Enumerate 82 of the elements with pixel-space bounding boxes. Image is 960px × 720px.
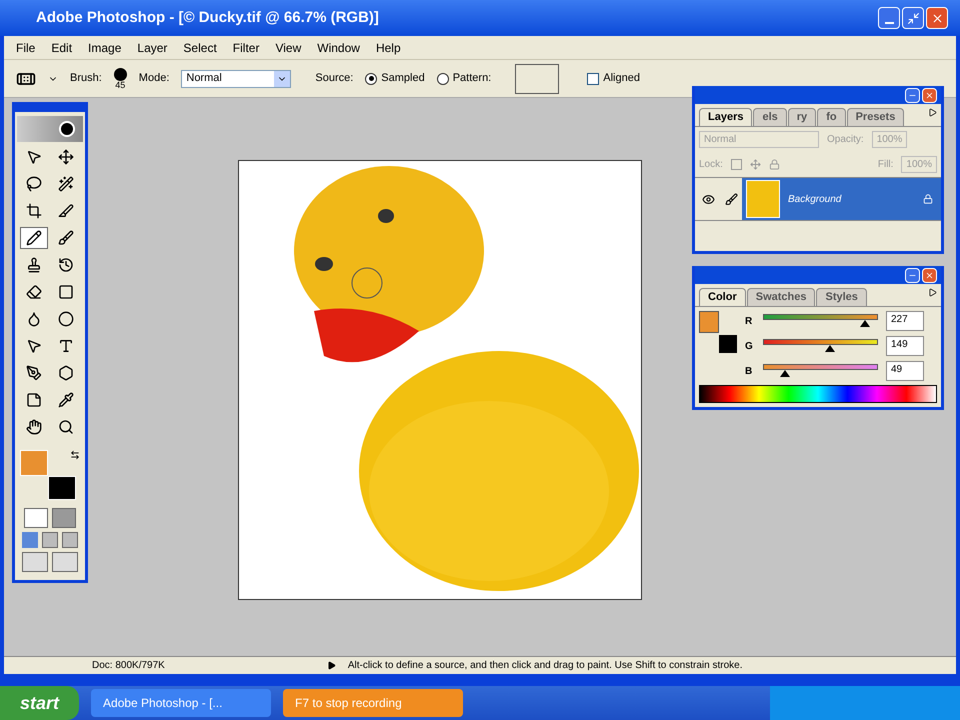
menu-item[interactable]: Layer	[137, 38, 168, 56]
mode-label: Mode:	[138, 71, 170, 86]
checkbox-label: Aligned	[603, 71, 640, 86]
restore-icon	[906, 12, 920, 24]
brush-icon	[725, 192, 738, 206]
panel-tab[interactable]: Layers	[699, 108, 752, 126]
channel-label: B	[745, 364, 754, 378]
panel-menu-icon[interactable]	[928, 288, 937, 297]
radio-button[interactable]	[436, 72, 449, 84]
source-label: Source:	[315, 71, 354, 86]
visibility-icon[interactable]	[702, 192, 714, 206]
channel-label: G	[745, 340, 754, 354]
channel-slider[interactable]	[763, 339, 878, 353]
layer-thumbnail	[746, 180, 780, 218]
minimize-button[interactable]	[878, 7, 900, 29]
lock-label: Lock:	[699, 158, 723, 172]
screen-mode-icon[interactable]	[62, 532, 78, 548]
channel-value-field[interactable]: 49	[886, 361, 924, 381]
screen-mode-icon[interactable]	[42, 532, 58, 548]
channel-value-field[interactable]: 227	[886, 311, 924, 331]
close-icon	[925, 90, 934, 100]
minimize-icon	[884, 22, 894, 24]
slider-thumb[interactable]	[780, 370, 790, 377]
slider-thumb[interactable]	[860, 320, 870, 327]
radio-label: Pattern:	[452, 71, 492, 86]
panel-tab[interactable]: Swatches	[746, 288, 816, 306]
panel-tab[interactable]: Styles	[816, 288, 867, 306]
panel-tab[interactable]: els	[753, 108, 787, 126]
menu-item[interactable]: View	[275, 38, 302, 56]
pencil-icon[interactable]	[20, 227, 48, 249]
layer-row[interactable]: Background	[742, 178, 941, 220]
lock-icon	[923, 194, 933, 204]
opacity-label: Opacity:	[827, 133, 864, 147]
close-icon	[925, 270, 934, 280]
checkbox[interactable]	[587, 72, 600, 84]
minimize-button[interactable]	[905, 88, 920, 102]
panel-tab[interactable]: fo	[817, 108, 846, 126]
color-ramp[interactable]	[699, 385, 937, 403]
close-button[interactable]	[922, 88, 937, 102]
panel-tab[interactable]: Presets	[846, 108, 904, 126]
swap-icon[interactable]	[70, 450, 80, 460]
radio-label: Sampled	[381, 71, 425, 86]
panel-tab[interactable]: ry	[788, 108, 816, 126]
foreground-swatch[interactable]	[699, 311, 719, 333]
menu-item[interactable]: Filter	[232, 38, 260, 56]
menu-item[interactable]: File	[16, 38, 36, 56]
close-button[interactable]	[926, 7, 948, 29]
channel-value-field[interactable]: 149	[886, 336, 924, 356]
panel-tab[interactable]: Color	[699, 288, 746, 306]
pattern-picker[interactable]	[515, 64, 560, 94]
background-swatch[interactable]	[719, 335, 737, 353]
panel-menu-icon[interactable]	[928, 108, 937, 117]
status-hint: Alt-click to define a source, and then click and drag to paint. Use Shift to constrain stroke.	[348, 659, 742, 673]
close-button[interactable]	[922, 268, 937, 282]
channel-slider[interactable]	[763, 364, 878, 378]
status-doc-info: Doc: 800K/797K	[92, 659, 165, 673]
brush-size: 45	[115, 80, 126, 90]
fill-label: Fill:	[878, 158, 894, 172]
menu-item[interactable]: Image	[88, 38, 122, 56]
start-button[interactable]: start	[0, 686, 80, 720]
menu-item[interactable]: Window	[317, 38, 360, 56]
minimize-button[interactable]	[905, 268, 920, 282]
restore-button[interactable]	[902, 7, 924, 29]
close-icon	[930, 12, 944, 24]
jump-icon[interactable]	[22, 552, 48, 572]
radio-button[interactable]	[365, 72, 378, 84]
taskbar-button[interactable]: Adobe Photoshop - [...	[91, 689, 272, 717]
channel-slider[interactable]	[763, 314, 878, 328]
menu-item[interactable]: Edit	[51, 38, 72, 56]
layer-name: Background	[788, 192, 842, 206]
brush-preview-icon[interactable]	[114, 68, 127, 80]
jump-icon[interactable]	[52, 552, 78, 572]
menu-item[interactable]: Select	[183, 38, 217, 56]
background-swatch[interactable]	[48, 476, 76, 500]
slider-thumb[interactable]	[824, 345, 835, 352]
brush-label: Brush:	[70, 71, 102, 86]
standard-mode-icon[interactable]	[24, 508, 48, 528]
mode-dropdown[interactable]: Normal	[181, 70, 292, 88]
channel-label: R	[745, 314, 754, 328]
play-icon[interactable]	[326, 661, 336, 670]
menu-item[interactable]: Help	[376, 38, 401, 56]
window-title: Adobe Photoshop - [© Ducky.tif @ 66.7% (RGB)]	[36, 8, 379, 28]
